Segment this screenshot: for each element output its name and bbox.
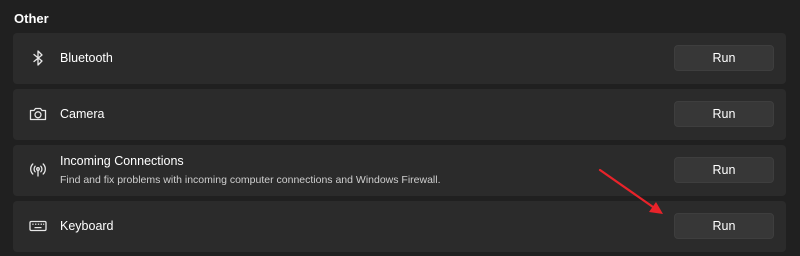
troubleshooter-description: Find and fix problems with incoming comp… (60, 174, 441, 186)
keyboard-icon (26, 214, 50, 238)
wireless-antenna-icon (26, 158, 50, 182)
troubleshooter-label: Camera (60, 107, 105, 121)
troubleshooter-label: Keyboard (60, 219, 114, 233)
troubleshooter-row-keyboard: Keyboard Run (13, 201, 786, 252)
troubleshooter-label: Incoming Connections (60, 154, 184, 168)
troubleshooter-row-camera: Camera Run (13, 89, 786, 140)
troubleshooter-row-incoming-connections: Incoming Connections Find and fix proble… (13, 145, 786, 196)
troubleshooter-label: Bluetooth (60, 51, 113, 65)
run-camera-button[interactable]: Run (674, 101, 774, 127)
bluetooth-icon (26, 46, 50, 70)
troubleshooter-row-bluetooth: Bluetooth Run (13, 33, 786, 84)
run-bluetooth-button[interactable]: Run (674, 45, 774, 71)
run-keyboard-button[interactable]: Run (674, 213, 774, 239)
run-incoming-connections-button[interactable]: Run (674, 157, 774, 183)
camera-icon (26, 102, 50, 126)
section-title: Other (14, 11, 49, 26)
